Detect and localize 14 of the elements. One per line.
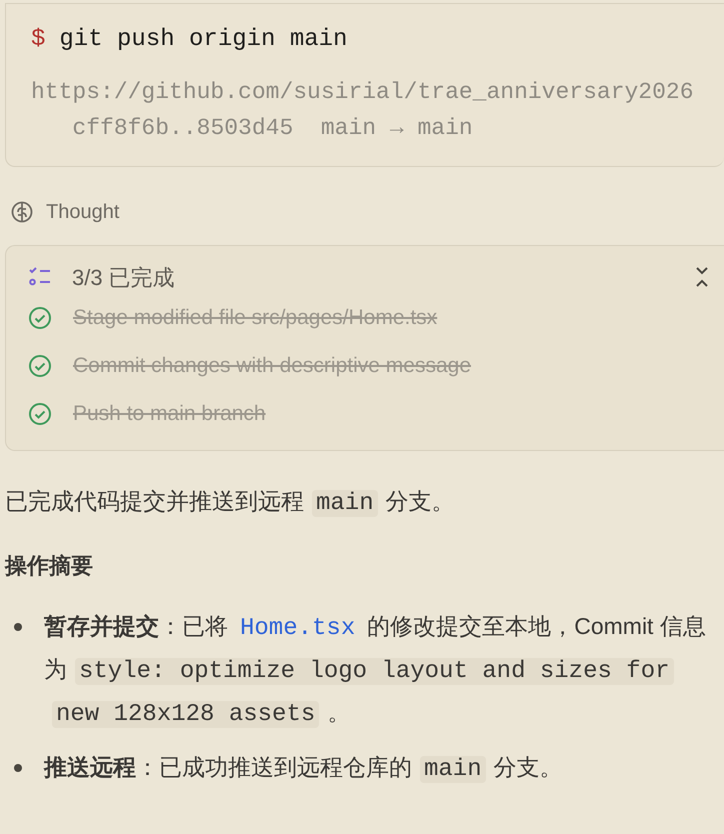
todo-item: Commit changes with descriptive message — [73, 353, 471, 380]
todo-title: 3/3 已完成 — [72, 264, 175, 292]
summary-text: 已完成代码提交并推送到远程 main 分支。 — [5, 487, 456, 519]
checklist-icon — [28, 266, 52, 288]
prompt-symbol: $ — [31, 25, 46, 55]
thought-label[interactable]: Thought — [46, 197, 120, 227]
terminal-output: https://github.com/susirial/trae_anniversary2026 cff8f6b..8503d45 main → main — [31, 78, 695, 143]
bullet-text: 暂存并提交：已将 Home.tsx 的修改提交至本地，Commit 信息为 style: optimize logo layout and sizes for new 128x128 assets 。 — [44, 612, 707, 730]
bullet-text: 推送远程：已成功推送到远程仓库的 main 分支。 — [44, 753, 563, 785]
file-link[interactable]: Home.tsx — [236, 615, 360, 642]
todo-item: Push to main branch — [73, 401, 266, 428]
command-text: git push origin main — [59, 25, 348, 55]
section-heading: 操作摘要 — [5, 552, 94, 580]
todo-item: Stage modified file src/pages/Home.tsx — [73, 305, 438, 332]
